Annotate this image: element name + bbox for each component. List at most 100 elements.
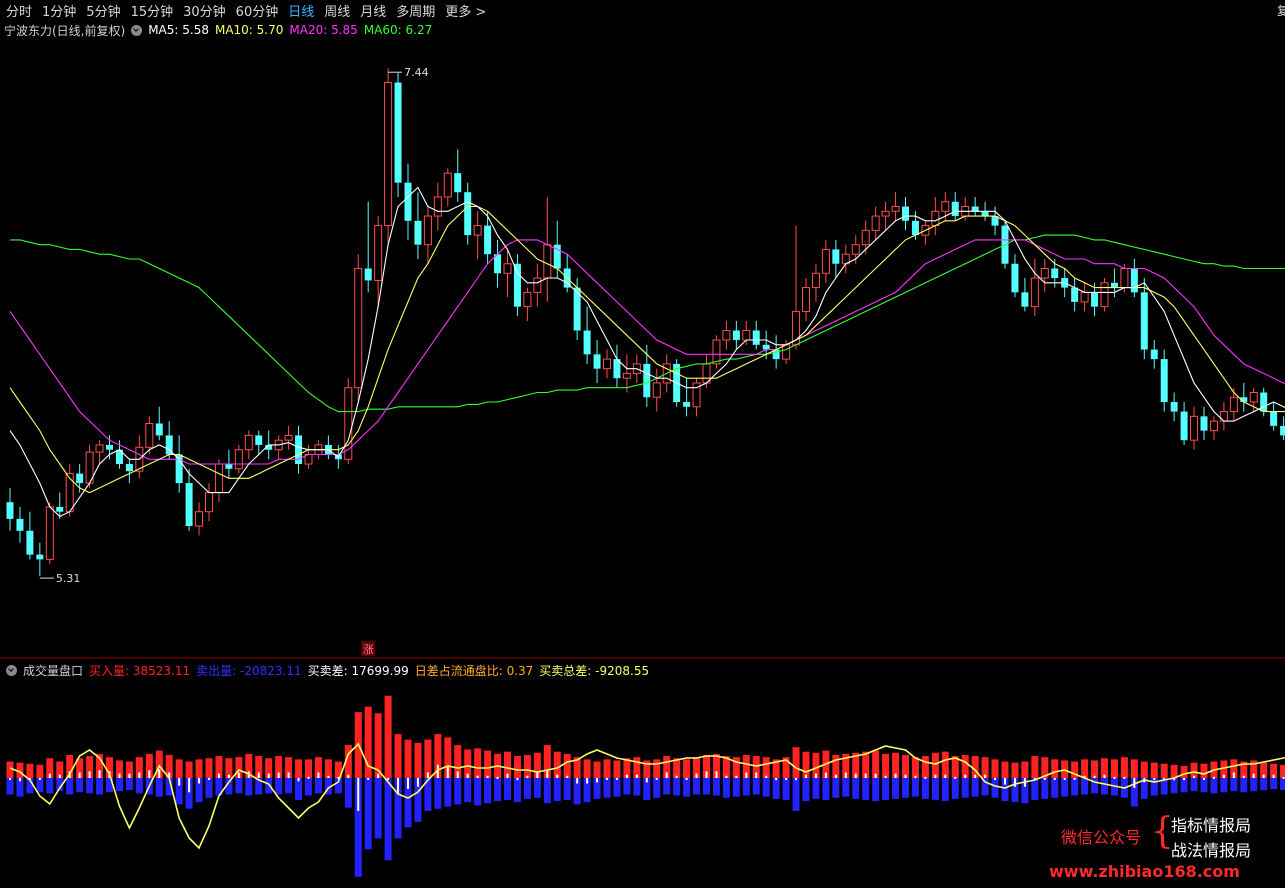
period-tab[interactable]: 日线 <box>282 1 318 20</box>
candle-body-up <box>802 287 810 312</box>
sell-volume-label: 卖出量: -20823.11 <box>196 663 302 678</box>
period-tab[interactable]: 15分钟 <box>125 1 178 20</box>
volume-diff-bar <box>725 775 728 778</box>
volume-diff-bar <box>854 773 857 778</box>
sell-volume-bar <box>563 778 571 800</box>
candle-body-up <box>622 372 631 379</box>
sell-volume-bar <box>732 778 740 797</box>
period-tab[interactable]: 30分钟 <box>177 1 230 20</box>
buy-volume-bar <box>911 757 919 778</box>
period-tab[interactable]: 更多 > <box>439 1 490 20</box>
sell-volume-bar <box>623 778 631 795</box>
candle-body-down <box>6 502 14 519</box>
buy-volume-bar <box>205 758 213 778</box>
candle-body-up <box>861 229 870 246</box>
period-tab[interactable]: 60分钟 <box>230 1 283 20</box>
volume-diff-bar <box>765 775 768 778</box>
candle-body-up <box>503 263 512 274</box>
candle-body-up <box>384 82 393 227</box>
candle-body-down <box>911 220 919 236</box>
volume-diff-bar <box>536 772 539 778</box>
volume-diff-bar <box>1053 778 1056 780</box>
candle-body-down <box>255 435 263 445</box>
period-tab[interactable]: 分时 <box>0 1 36 20</box>
volume-diff-bar <box>586 778 589 784</box>
buy-volume-bar <box>1081 759 1089 778</box>
candle-body-up <box>473 225 482 236</box>
candle-body-up <box>1209 420 1218 432</box>
buy-volume-bar <box>1091 760 1099 778</box>
sell-volume-bar <box>245 778 253 796</box>
main-chart-legend: 宁波东力(日线,前复权) MA5: 5.58 MA10: 5.70 MA20: … <box>4 21 438 39</box>
buy-volume-bar <box>1001 761 1009 778</box>
volume-diff-bar <box>1232 772 1235 778</box>
sell-volume-bar <box>802 778 810 802</box>
indicator-title[interactable]: 成交量盘口 <box>23 662 83 679</box>
volume-diff-bar <box>785 778 788 780</box>
volume-diff-bar <box>894 773 897 778</box>
ma5-line <box>9 186 1285 518</box>
candle-body-down <box>404 182 412 221</box>
buy-volume-bar <box>902 754 909 778</box>
settings-icon[interactable] <box>131 24 143 36</box>
period-tab[interactable]: 周线 <box>318 1 354 20</box>
candle-body-down <box>1130 268 1138 293</box>
sell-volume-bar <box>265 778 273 794</box>
ma20-label: MA20: 5.85 <box>289 23 358 37</box>
volume-diff-bar <box>556 774 559 778</box>
side-panel-tab[interactable]: 复 <box>1277 2 1285 18</box>
candle-body-down <box>484 225 492 255</box>
volume-diff-bar <box>1203 778 1205 780</box>
candle-body-down <box>752 330 760 345</box>
candle-body-up <box>145 422 154 448</box>
volume-diff-bar <box>148 770 151 778</box>
sell-volume-bar <box>892 778 900 799</box>
candle-body-down <box>1051 268 1059 279</box>
candle-body-down <box>1260 392 1268 412</box>
stock-chart[interactable]: 7.44 5.31 涨 <box>0 0 1285 888</box>
candle-body-down <box>643 363 651 398</box>
period-tab[interactable]: 1分钟 <box>36 1 80 20</box>
buy-volume-bar <box>563 753 571 778</box>
volume-diff-bar <box>655 778 658 780</box>
candle-body-down <box>1270 411 1278 426</box>
volume-diff-bar <box>1004 778 1006 785</box>
candle-body-down <box>26 530 34 555</box>
candle-body-down <box>1150 349 1158 360</box>
low-price-label: 5.31 <box>56 572 81 585</box>
candle-body-down <box>593 354 601 369</box>
volume-diff-bar <box>158 769 161 778</box>
buy-volume-bar <box>36 764 44 778</box>
buy-volume-bar <box>1190 762 1198 778</box>
sell-volume-bar <box>1150 778 1158 796</box>
candle-body-up <box>1080 291 1089 303</box>
buy-volume-bar <box>603 759 611 778</box>
sell-volume-bar <box>1051 778 1059 798</box>
buy-volume-bar <box>305 759 312 778</box>
candle-body-down <box>225 464 233 469</box>
sell-volume-bar <box>434 778 442 809</box>
buy-volume-bar <box>882 753 890 778</box>
sell-volume-bar <box>96 778 104 795</box>
buy-volume-bar <box>583 759 591 778</box>
stock-title[interactable]: 宁波东力(日线,前复权) <box>4 22 125 39</box>
candle-body-up <box>354 268 363 389</box>
buy-volume-bar <box>792 747 800 778</box>
sell-volume-bar <box>66 778 74 795</box>
volume-diff-bar <box>416 778 419 787</box>
settings-icon[interactable] <box>6 664 17 676</box>
period-tab[interactable]: 月线 <box>354 1 390 20</box>
sell-volume-bar <box>911 778 919 797</box>
sell-volume-bar <box>653 778 661 798</box>
volume-diff-bar <box>824 772 827 778</box>
volume-diff-bar <box>1272 774 1275 778</box>
period-tab[interactable]: 5分钟 <box>80 1 124 20</box>
period-tab[interactable]: 多周期 <box>390 1 439 20</box>
candle-body-up <box>234 449 243 470</box>
volume-diff-bar <box>675 775 678 778</box>
volume-diff-bar <box>844 772 847 778</box>
volume-diff-bar <box>1013 778 1016 787</box>
buy-volume-bar <box>593 761 601 778</box>
watermark: 微信公众号 { 指标情报局 战法情报局 www.zhibiao168.com <box>1049 810 1277 882</box>
sell-volume-bar <box>862 778 870 800</box>
